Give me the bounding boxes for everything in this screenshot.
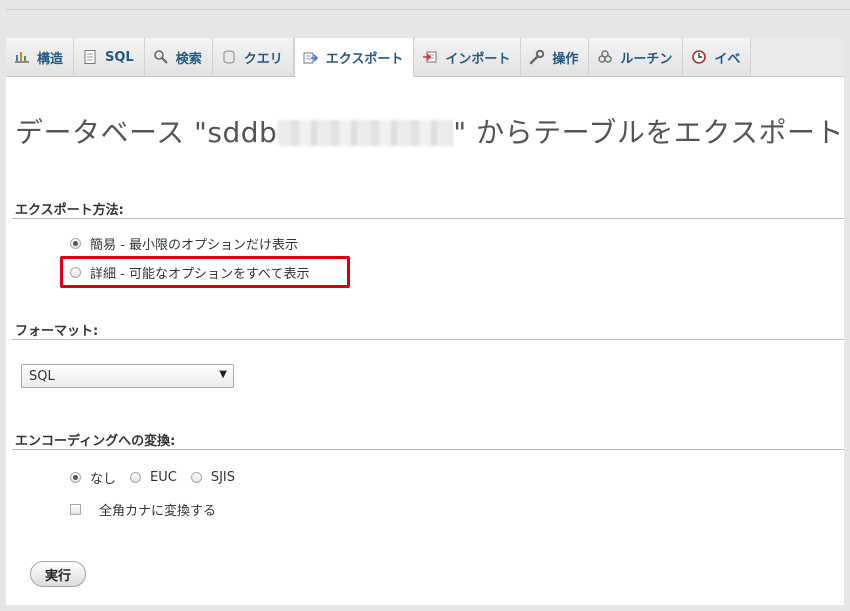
tab-routines[interactable]: ルーチン (589, 38, 684, 76)
tab-label: エクスポート (325, 52, 404, 67)
quick-option-label: 簡易 - 最小限のオプションだけ表示 (90, 238, 298, 253)
tab-export[interactable]: エクスポート (293, 38, 415, 77)
tab-sql[interactable]: SQL (74, 38, 145, 76)
format-divider (12, 339, 844, 340)
kana-convert-checkbox[interactable] (70, 504, 81, 515)
encoding-euc-radio[interactable] (130, 472, 142, 483)
import-icon (422, 49, 438, 65)
export-icon (303, 50, 319, 66)
execute-button[interactable]: 実行 (30, 561, 86, 587)
structure-icon (14, 49, 30, 65)
export-method-quick-option[interactable]: 簡易 - 最小限のオプションだけ表示 (70, 234, 298, 253)
page-title: データベース "sddb " からテーブルをエクスポート (15, 111, 844, 151)
routines-icon (597, 49, 613, 65)
wrench-icon (529, 49, 545, 65)
clock-icon (691, 49, 707, 65)
quick-radio[interactable] (70, 238, 81, 249)
dropdown-arrow-icon: ▼ (219, 369, 227, 380)
tab-structure[interactable]: 構造 (6, 38, 75, 76)
format-select[interactable]: SQL ▼ (21, 364, 234, 388)
encoding-sjis-label: SJIS (210, 470, 235, 485)
tab-events[interactable]: イベ (683, 38, 752, 76)
tab-query[interactable]: クエリ (212, 38, 294, 76)
top-divider (6, 9, 850, 10)
encoding-euc-label: EUC (150, 470, 177, 485)
encoding-sjis-radio[interactable] (190, 472, 202, 483)
tab-search[interactable]: 検索 (144, 38, 213, 76)
encoding-none-label: なし (90, 472, 117, 487)
tab-label: 操作 (552, 51, 579, 67)
highlight-annotation (60, 256, 350, 288)
export-method-divider (12, 218, 844, 219)
tab-label: クエリ (243, 51, 283, 67)
title-suffix: " からテーブルをエクスポート (453, 116, 844, 149)
format-label: フォーマット: (15, 324, 99, 339)
query-icon (221, 49, 237, 65)
encoding-none-radio[interactable] (70, 472, 81, 483)
tab-label: ルーチン (620, 51, 673, 67)
kana-convert-option[interactable]: 全角カナに変換する (70, 500, 216, 519)
tab-label: SQL (105, 49, 134, 65)
tab-import[interactable]: インポート (414, 38, 522, 76)
redacted-name-blur (277, 120, 454, 146)
encoding-divider (12, 449, 844, 450)
main-panel: 構造 SQL 検索 クエリ エクスポート インポート 操作 ルーチン イベ デー… (6, 38, 844, 605)
tab-label: インポート (445, 51, 511, 67)
format-selected-value: SQL (29, 368, 55, 384)
tab-bar: 構造 SQL 検索 クエリ エクスポート インポート 操作 ルーチン イベ (6, 38, 844, 77)
tab-label: 構造 (37, 51, 64, 67)
title-prefix: データベース "sddb (15, 116, 278, 149)
search-icon (153, 49, 169, 65)
tab-label: イベ (714, 51, 741, 67)
encoding-options: なし EUC SJIS (70, 468, 249, 487)
encoding-label: エンコーディングへの変換: (15, 434, 176, 449)
export-method-label: エクスポート方法: (15, 203, 124, 218)
kana-convert-label: 全角カナに変換する (99, 504, 217, 519)
tab-operations[interactable]: 操作 (521, 38, 590, 76)
sql-icon (82, 49, 98, 65)
tab-label: 検索 (175, 51, 202, 67)
